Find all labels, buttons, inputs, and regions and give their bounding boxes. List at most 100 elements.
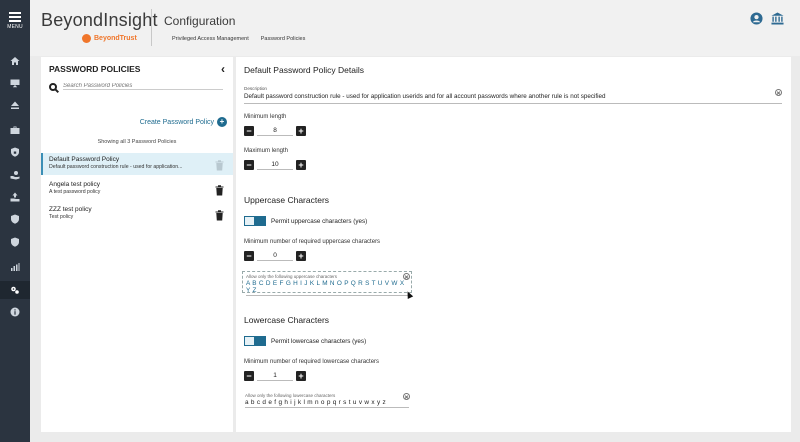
home-icon [10, 57, 20, 65]
toggle-knob [254, 337, 265, 345]
hand-coin-icon [10, 171, 20, 180]
chevron-left-icon: ‹ [221, 62, 225, 76]
policy-name: Angela test policy [49, 181, 100, 188]
nav-rail: MENU [0, 0, 30, 442]
increment-button[interactable]: + [296, 160, 306, 170]
delete-policy-button[interactable] [215, 183, 224, 196]
uppercase-toggle-row: Permit uppercase characters (yes) [244, 216, 367, 226]
trash-icon [215, 160, 224, 171]
hand-up-icon [10, 192, 20, 202]
lowercase-allowed-input[interactable]: a b c d e f g h i j k l m n o p q r s t … [245, 399, 409, 408]
breadcrumb-item[interactable]: Password Policies [261, 36, 306, 42]
password-policies-panel: PASSWORD POLICIES ‹ Create Password Poli… [41, 57, 233, 432]
clear-lowercase-icon[interactable] [403, 393, 410, 400]
description-label: Description [244, 86, 267, 91]
clear-uppercase-icon[interactable] [403, 273, 410, 280]
panel-title: PASSWORD POLICIES [49, 64, 141, 74]
max-length-value[interactable]: 10 [257, 160, 293, 170]
details-title: Default Password Policy Details [244, 65, 364, 75]
vendor-logo-icon [82, 34, 91, 43]
description-input[interactable]: Default password construction rule - use… [244, 93, 782, 104]
bar-chart-icon [11, 263, 20, 271]
increment-button[interactable]: + [296, 371, 306, 381]
search-input[interactable] [63, 83, 223, 90]
menu-label: MENU [7, 24, 23, 30]
vendor-name: BeyondTrust [94, 35, 137, 42]
uppercase-allowed-input[interactable]: A B C D E F G H I J K L M N O P Q R S T … [246, 280, 408, 296]
shield-lock-icon [11, 147, 19, 157]
menu-button[interactable]: MENU [0, 12, 30, 30]
lowercase-allowed-field[interactable]: Allow only the following lowercase chara… [242, 391, 412, 413]
nav-hand-up[interactable] [0, 188, 30, 206]
policy-description: A test password policy [49, 189, 101, 195]
breadcrumb-item[interactable]: Privileged Access Management [172, 36, 249, 42]
institution-icon[interactable] [771, 12, 784, 25]
nav-about[interactable] [0, 303, 30, 321]
policy-details-panel: Default Password Policy Details Descript… [236, 57, 791, 432]
policy-description: Default password construction rule - use… [49, 164, 183, 170]
uppercase-min-stepper: − 0 + [244, 251, 306, 261]
decrement-button[interactable]: − [244, 160, 254, 170]
nav-assets[interactable] [0, 74, 30, 92]
lowercase-min-label: Minimum number of required lowercase cha… [244, 359, 380, 365]
nav-briefcase[interactable] [0, 121, 30, 139]
uppercase-allowed-caption: Allow only the following uppercase chara… [246, 274, 338, 279]
gears-icon [11, 286, 19, 294]
decrement-button[interactable]: − [244, 371, 254, 381]
policy-description: Test policy [49, 214, 74, 220]
delete-policy-button[interactable] [215, 208, 224, 221]
app-header: BeyondInsight BeyondTrust Configuration … [30, 0, 800, 56]
lowercase-min-value[interactable]: 1 [257, 371, 293, 381]
info-icon [10, 307, 20, 317]
policy-name: Default Password Policy [49, 156, 120, 163]
plus-circle-icon: + [217, 117, 227, 127]
header-divider [151, 9, 152, 46]
create-password-policy-button[interactable]: Create Password Policy + [140, 117, 227, 127]
increment-button[interactable]: + [296, 251, 306, 261]
user-account-icon[interactable] [750, 12, 763, 25]
permit-lowercase-label: Permit lowercase characters (yes) [271, 337, 367, 345]
min-length-value[interactable]: 8 [257, 126, 293, 136]
uppercase-heading: Uppercase Characters [244, 195, 330, 205]
nav-shield-check[interactable] [0, 210, 30, 228]
max-length-stepper: − 10 + [244, 160, 306, 170]
briefcase-icon [10, 126, 20, 134]
shield-badge-icon [11, 237, 19, 247]
policy-list-item[interactable]: Angela test policy A test password polic… [41, 178, 233, 200]
toggle-knob [254, 217, 265, 225]
max-length-label: Maximum length [244, 148, 289, 154]
decrement-button[interactable]: − [244, 251, 254, 261]
nav-eject[interactable] [0, 96, 30, 114]
trash-icon [215, 185, 224, 196]
shield-check-icon [11, 214, 19, 224]
permit-uppercase-label: Permit uppercase characters (yes) [271, 217, 368, 225]
uppercase-min-value[interactable]: 0 [257, 251, 293, 261]
policy-list-item[interactable]: Default Password Policy Default password… [41, 153, 233, 175]
nav-shield-badge[interactable] [0, 233, 30, 251]
nav-hand-coin[interactable] [0, 166, 30, 184]
collapse-panel-button[interactable]: ‹ [221, 62, 225, 76]
nav-home[interactable] [0, 52, 30, 70]
page-title: Configuration [164, 14, 236, 28]
lowercase-allowed-caption: Allow only the following lowercase chara… [245, 393, 336, 398]
policy-name: ZZZ test policy [49, 206, 92, 213]
permit-lowercase-toggle[interactable] [244, 336, 266, 346]
increment-button[interactable]: + [296, 126, 306, 136]
uppercase-min-label: Minimum number of required uppercase cha… [244, 239, 381, 245]
lowercase-heading: Lowercase Characters [244, 315, 330, 325]
clear-description-icon[interactable] [775, 89, 782, 96]
create-label: Create Password Policy [139, 118, 214, 126]
breadcrumb: Privileged Access Management Password Po… [172, 36, 305, 42]
header-actions [750, 12, 784, 25]
monitor-icon [10, 79, 20, 88]
nav-configuration[interactable] [0, 281, 30, 299]
vendor-logo: BeyondTrust [82, 34, 137, 43]
delete-policy-button[interactable] [215, 158, 224, 171]
nav-shield-lock[interactable] [0, 143, 30, 161]
decrement-button[interactable]: − [244, 126, 254, 136]
lowercase-min-stepper: − 1 + [244, 371, 306, 381]
nav-analytics[interactable] [0, 258, 30, 276]
permit-uppercase-toggle[interactable] [244, 216, 266, 226]
uppercase-allowed-field[interactable]: Allow only the following uppercase chara… [242, 271, 412, 296]
policy-list-item[interactable]: ZZZ test policy Test policy [41, 203, 233, 225]
